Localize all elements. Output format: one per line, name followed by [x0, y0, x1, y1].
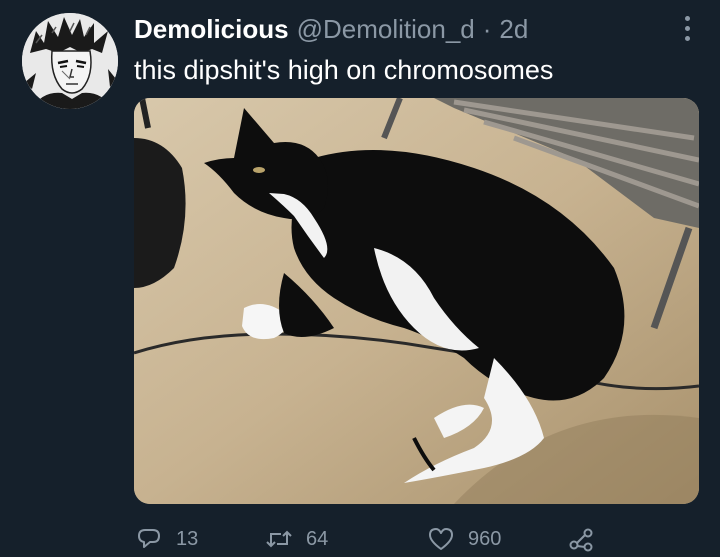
cat-photo [134, 98, 699, 504]
more-options-icon [684, 15, 690, 21]
tweet-photo[interactable] [134, 98, 699, 504]
retweet-button[interactable]: 64 [264, 522, 328, 556]
retweet-count: 64 [306, 527, 329, 550]
tweet: Demolicious @Demolition_d · 2d this dips… [0, 0, 720, 557]
reply-button[interactable]: 13 [134, 522, 198, 556]
tweet-header: Demolicious @Demolition_d · 2d [134, 12, 528, 46]
retweet-icon [264, 524, 294, 554]
like-button[interactable]: 960 [426, 522, 501, 556]
manga-portrait-image [22, 13, 118, 109]
heart-icon [426, 524, 456, 554]
more-options-button[interactable] [672, 10, 702, 46]
timestamp[interactable]: 2d [499, 12, 528, 46]
author-handle[interactable]: @Demolition_d [297, 12, 475, 46]
reply-count: 13 [176, 527, 199, 550]
author-name[interactable]: Demolicious [134, 12, 289, 46]
reply-icon [134, 524, 164, 554]
like-count: 960 [468, 527, 502, 550]
share-button[interactable] [566, 522, 596, 556]
share-icon [566, 524, 596, 554]
avatar[interactable] [22, 13, 118, 109]
tweet-text: this dipshit's high on chromosomes [134, 55, 554, 85]
separator: · [482, 14, 492, 44]
tweet-actions: 13 64 960 [134, 522, 614, 556]
